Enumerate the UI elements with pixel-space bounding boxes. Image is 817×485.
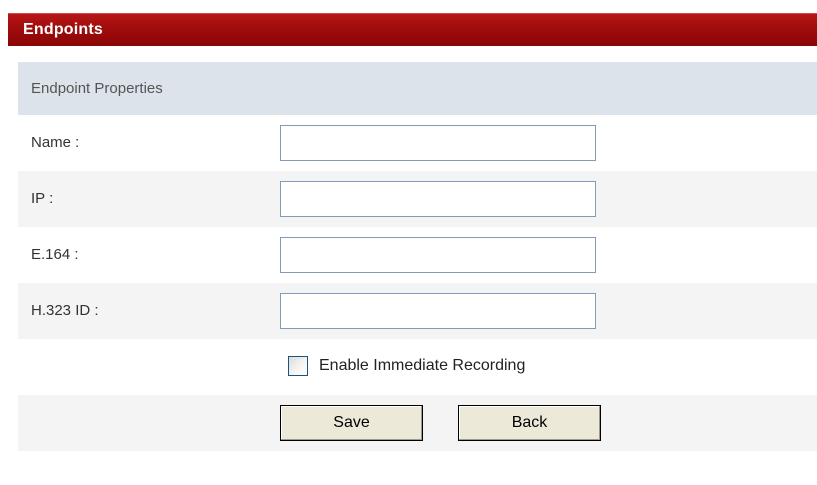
e164-label: E.164 : (31, 246, 79, 263)
e164-input[interactable] (280, 237, 596, 273)
save-button[interactable]: Save (280, 405, 423, 441)
h323-id-row: H.323 ID : (18, 283, 817, 339)
name-label: Name : (31, 134, 80, 151)
ip-input[interactable] (280, 181, 596, 217)
e164-row: E.164 : (18, 227, 817, 283)
page-title: Endpoints (23, 21, 104, 38)
section-header: Endpoint Properties (18, 62, 817, 115)
actions-row: Save Back (18, 395, 817, 451)
h323-id-input[interactable] (280, 293, 596, 329)
ip-label: IP : (31, 190, 54, 207)
h323-id-label: H.323 ID : (31, 302, 99, 319)
immediate-recording-checkbox[interactable] (288, 356, 308, 376)
title-bar: Endpoints (8, 13, 817, 46)
ip-row: IP : (18, 171, 817, 227)
endpoint-properties-panel: Endpoint Properties Name : IP : E.164 : … (18, 62, 817, 485)
name-input[interactable] (280, 125, 596, 161)
immediate-recording-label[interactable]: Enable Immediate Recording (319, 357, 525, 375)
endpoint-page: Endpoints Endpoint Properties Name : IP … (0, 0, 817, 485)
back-button[interactable]: Back (458, 405, 601, 441)
recording-row: Enable Immediate Recording (18, 339, 817, 395)
name-row: Name : (18, 115, 817, 171)
section-title: Endpoint Properties (31, 80, 163, 97)
